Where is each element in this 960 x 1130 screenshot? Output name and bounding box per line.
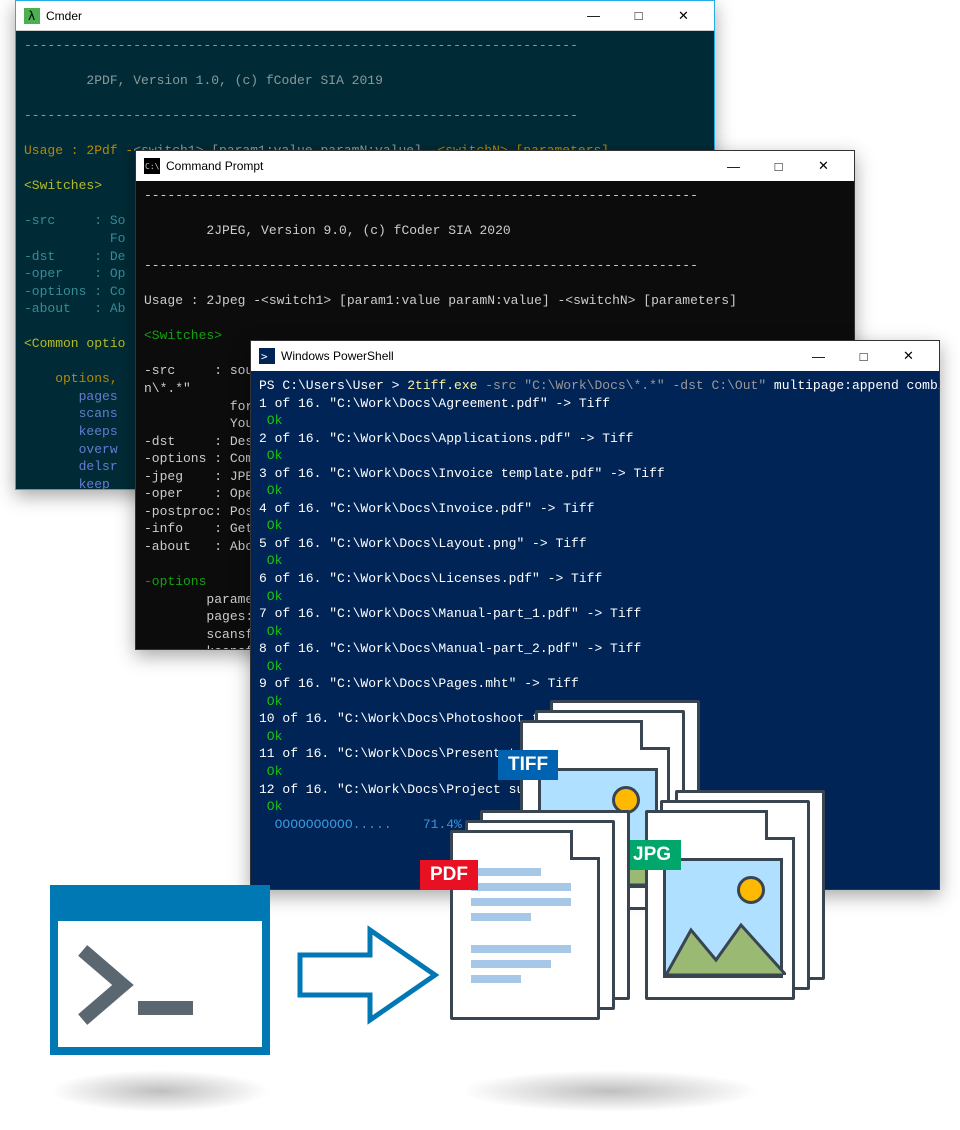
common-options-header: <Common optio bbox=[24, 336, 125, 351]
svg-text:λ: λ bbox=[28, 9, 35, 23]
jpg-badge: JPG bbox=[623, 840, 681, 870]
close-button[interactable]: ✕ bbox=[886, 341, 931, 371]
cmd-options-header: -options bbox=[144, 574, 206, 589]
cmd-usage: Usage : 2Jpeg -<switch1> [param1:value p… bbox=[144, 293, 737, 308]
ps-prompt: PS C:\Users\User > 2tiff.exe -src "C:\Wo… bbox=[259, 378, 939, 393]
pdf-badge: PDF bbox=[420, 860, 478, 890]
cmder-title: Cmder bbox=[46, 9, 82, 23]
close-button[interactable]: ✕ bbox=[801, 151, 846, 181]
ps-titlebar[interactable]: > Windows PowerShell ― □ ✕ bbox=[251, 341, 939, 371]
minimize-button[interactable]: ― bbox=[796, 341, 841, 371]
shadow bbox=[50, 1070, 270, 1112]
switches-header: <Switches> bbox=[24, 178, 102, 193]
cmd-icon: C:\ bbox=[144, 158, 160, 174]
cmder-banner: 2PDF, Version 1.0, (c) fCoder SIA 2019 bbox=[86, 73, 382, 88]
powershell-icon: > bbox=[259, 348, 275, 364]
close-button[interactable]: ✕ bbox=[661, 1, 706, 31]
arrow-icon bbox=[290, 920, 440, 1030]
svg-text:C:\: C:\ bbox=[145, 162, 160, 171]
conversion-diagram: TIFF JPG bbox=[30, 870, 930, 1110]
svg-text:>: > bbox=[261, 350, 268, 363]
maximize-button[interactable]: □ bbox=[756, 151, 801, 181]
terminal-icon bbox=[50, 885, 270, 1055]
cmd-banner: 2JPEG, Version 9.0, (c) fCoder SIA 2020 bbox=[206, 223, 510, 238]
cmd-switches-header: <Switches> bbox=[144, 328, 222, 343]
maximize-button[interactable]: □ bbox=[841, 341, 886, 371]
cmder-titlebar[interactable]: λ Cmder ― □ ✕ bbox=[16, 1, 714, 31]
ps-title: Windows PowerShell bbox=[281, 349, 394, 363]
shadow bbox=[460, 1070, 760, 1112]
minimize-button[interactable]: ― bbox=[711, 151, 756, 181]
maximize-button[interactable]: □ bbox=[616, 1, 661, 31]
cmd-title: Command Prompt bbox=[166, 159, 263, 173]
cmd-titlebar[interactable]: C:\ Command Prompt ― □ ✕ bbox=[136, 151, 854, 181]
usage-line: Usage : 2Pdf - bbox=[24, 143, 133, 158]
tiff-badge: TIFF bbox=[498, 750, 558, 780]
ps-progress: OOOOOOOOOO..... 71.4% bbox=[259, 817, 462, 832]
cmder-icon: λ bbox=[24, 8, 40, 24]
minimize-button[interactable]: ― bbox=[571, 1, 616, 31]
